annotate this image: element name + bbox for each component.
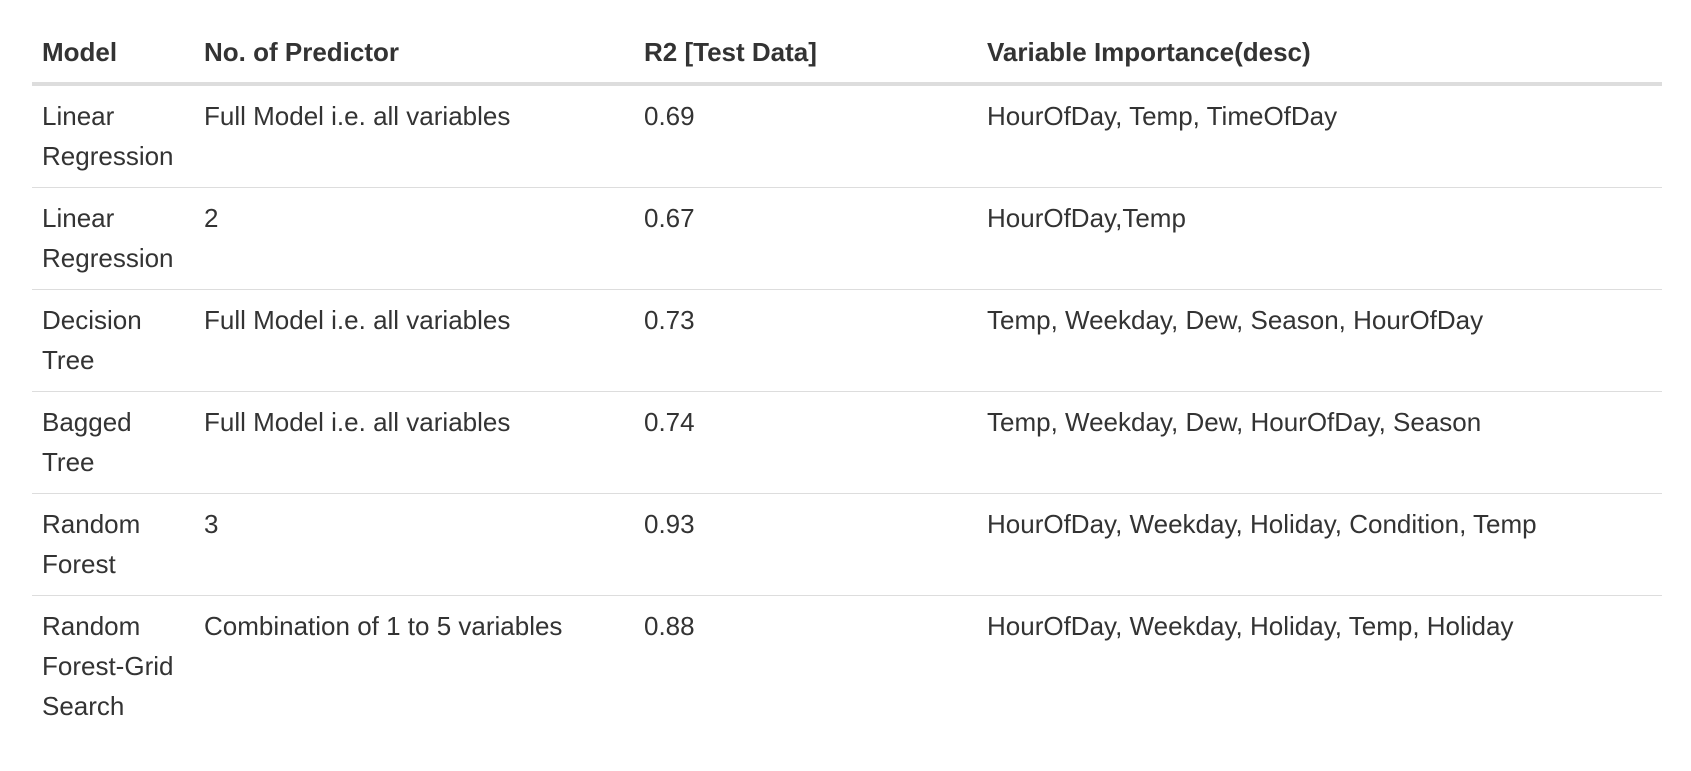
- cell-r2: 0.93: [634, 493, 977, 596]
- table-row: Linear Regression 2 0.67 HourOfDay,Temp: [32, 187, 1662, 290]
- cell-model: Random Forest-Grid Search: [32, 595, 194, 737]
- header-r2: R2 [Test Data]: [634, 22, 977, 86]
- table-row: Random Forest-Grid Search Combination of…: [32, 595, 1662, 737]
- header-row: Model No. of Predictor R2 [Test Data] Va…: [32, 22, 1662, 86]
- cell-model: Bagged Tree: [32, 391, 194, 494]
- cell-predictors: Combination of 1 to 5 variables: [194, 595, 634, 737]
- table-body: Linear Regression Full Model i.e. all va…: [32, 84, 1662, 737]
- cell-r2: 0.67: [634, 187, 977, 290]
- cell-importance: HourOfDay, Weekday, Holiday, Temp, Holid…: [977, 595, 1662, 737]
- cropped-heading-fragment: [32, 0, 372, 4]
- cell-model: Linear Regression: [32, 187, 194, 290]
- cell-model: Decision Tree: [32, 289, 194, 392]
- table-row: Decision Tree Full Model i.e. all variab…: [32, 289, 1662, 392]
- cell-r2: 0.69: [644, 101, 695, 131]
- table-row: Bagged Tree Full Model i.e. all variable…: [32, 391, 1662, 494]
- table-header: Model No. of Predictor R2 [Test Data] Va…: [32, 22, 1662, 86]
- cell-r2: 0.74: [634, 391, 977, 494]
- header-model: Model: [32, 22, 194, 86]
- model-comparison-table-container: Model No. of Predictor R2 [Test Data] Va…: [32, 22, 1662, 737]
- table-row: Random Forest 3 0.93 HourOfDay, Weekday,…: [32, 493, 1662, 596]
- cell-model: Linear Regression: [42, 101, 174, 171]
- cell-importance: HourOfDay, Temp, TimeOfDay: [987, 101, 1338, 131]
- cell-predictors: 2: [194, 187, 634, 290]
- cell-importance: HourOfDay,Temp: [977, 187, 1662, 290]
- cell-importance: Temp, Weekday, Dew, Season, HourOfDay: [977, 289, 1662, 392]
- cell-predictors: Full Model i.e. all variables: [194, 289, 634, 392]
- cell-importance: HourOfDay, Weekday, Holiday, Condition, …: [977, 493, 1662, 596]
- cell-model: Random Forest: [32, 493, 194, 596]
- header-importance: Variable Importance(desc): [977, 22, 1662, 86]
- cell-r2: 0.88: [634, 595, 977, 737]
- table-row: Linear Regression Full Model i.e. all va…: [32, 84, 1662, 188]
- cell-predictors: Full Model i.e. all variables: [204, 101, 511, 131]
- cell-importance: Temp, Weekday, Dew, HourOfDay, Season: [977, 391, 1662, 494]
- cell-predictors: Full Model i.e. all variables: [194, 391, 634, 494]
- cell-predictors: 3: [194, 493, 634, 596]
- cell-r2: 0.73: [634, 289, 977, 392]
- model-comparison-table: Model No. of Predictor R2 [Test Data] Va…: [32, 22, 1662, 737]
- header-predictors: No. of Predictor: [194, 22, 634, 86]
